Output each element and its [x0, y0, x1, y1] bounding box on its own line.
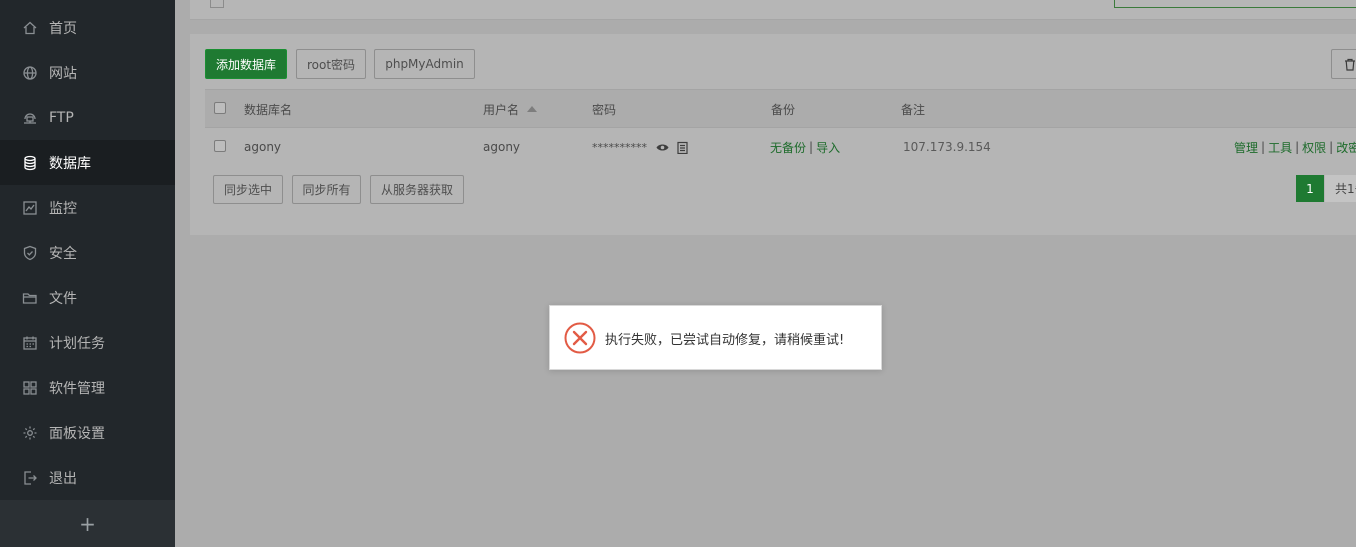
permission-link[interactable]: 权限 — [1302, 139, 1326, 156]
sync-all-button[interactable]: 同步所有 — [292, 175, 361, 204]
database-table: 数据库名 用户名 密码 备份 备注 agony agony ********** — [205, 89, 1356, 166]
database-panel: 添加数据库 root密码 phpMyAdmin 数据库名 用户名 密码 备份 备… — [190, 34, 1356, 235]
phpmyadmin-button[interactable]: phpMyAdmin — [374, 49, 475, 79]
tools-link[interactable]: 工具 — [1268, 139, 1292, 156]
monitor-icon — [22, 200, 38, 216]
database-icon — [22, 155, 38, 171]
sidebar-item-database[interactable]: 数据库 — [0, 140, 175, 185]
separator: | — [809, 140, 814, 154]
copy-icon[interactable] — [677, 141, 688, 154]
folder-icon — [22, 290, 38, 306]
gear-icon — [22, 425, 38, 441]
calendar-icon — [22, 335, 38, 351]
sidebar-item-ftp[interactable]: FTP — [0, 95, 175, 140]
sidebar-item-label: FTP — [49, 109, 74, 126]
separator: | — [1261, 140, 1266, 154]
import-link[interactable]: 导入 — [816, 139, 840, 156]
root-password-button[interactable]: root密码 — [296, 49, 366, 79]
row-db-name: agony — [244, 140, 282, 154]
home-icon — [22, 20, 38, 36]
sidebar: 首页 网站 FTP 数据库 监控 安全 文件 计划任务 软件管理 面板设置 退出… — [0, 0, 175, 547]
sidebar-item-software[interactable]: 软件管理 — [0, 365, 175, 410]
pagination-total: 共1条 — [1325, 175, 1356, 202]
ftp-icon — [22, 110, 38, 126]
password-mask: ********** — [592, 140, 647, 154]
sidebar-item-logout[interactable]: 退出 — [0, 455, 175, 500]
main-content: 添加数据库 root密码 phpMyAdmin 数据库名 用户名 密码 备份 备… — [175, 0, 1356, 547]
sidebar-item-website[interactable]: 网站 — [0, 50, 175, 95]
sidebar-item-label: 面板设置 — [49, 425, 105, 442]
table-row: agony agony ********** 无备份 | 导入 107.173.… — [205, 128, 1356, 166]
toast-message: 执行失败，已尝试自动修复，请稍候重试! — [605, 333, 845, 348]
row-actions: 管理 | 工具 | 权限 | 改密 — [1234, 128, 1356, 166]
fetch-from-server-button[interactable]: 从服务器获取 — [370, 175, 464, 204]
recycle-bin-button[interactable] — [1331, 49, 1356, 79]
add-database-button[interactable]: 添加数据库 — [205, 49, 287, 79]
top-search-input[interactable] — [1114, 0, 1356, 8]
sidebar-item-label: 首页 — [49, 20, 77, 37]
separator: | — [1329, 140, 1334, 154]
header-user-label: 用户名 — [483, 102, 520, 117]
sync-selected-button[interactable]: 同步选中 — [213, 175, 283, 204]
sidebar-item-label: 数据库 — [49, 155, 91, 172]
row-checkbox[interactable] — [214, 140, 226, 152]
error-x-icon — [564, 322, 596, 354]
sidebar-item-label: 监控 — [49, 200, 77, 217]
sidebar-add-button[interactable]: + — [0, 500, 175, 547]
sidebar-item-label: 文件 — [49, 290, 77, 307]
trash-icon — [1345, 58, 1355, 71]
eye-icon[interactable] — [656, 143, 669, 152]
sidebar-item-label: 退出 — [49, 470, 77, 487]
sidebar-item-label: 安全 — [49, 245, 77, 262]
header-db-name: 数据库名 — [244, 102, 293, 117]
sidebar-item-files[interactable]: 文件 — [0, 275, 175, 320]
header-password: 密码 — [592, 102, 617, 117]
row-password: ********** — [592, 128, 688, 166]
sidebar-item-monitor[interactable]: 监控 — [0, 185, 175, 230]
row-user: agony — [483, 140, 521, 154]
sidebar-item-label: 软件管理 — [49, 380, 105, 397]
sort-up-icon — [527, 106, 538, 112]
backup-status-link[interactable]: 无备份 — [770, 139, 806, 156]
partial-icon — [210, 0, 224, 8]
select-all-checkbox[interactable] — [214, 102, 226, 114]
sidebar-item-label: 网站 — [49, 65, 77, 82]
row-backup: 无备份 | 导入 — [770, 128, 840, 166]
sidebar-item-settings[interactable]: 面板设置 — [0, 410, 175, 455]
header-user[interactable]: 用户名 — [483, 90, 538, 128]
header-backup: 备份 — [771, 102, 796, 117]
sidebar-item-security[interactable]: 安全 — [0, 230, 175, 275]
table-header: 数据库名 用户名 密码 备份 备注 — [205, 90, 1356, 128]
pagination-current-page[interactable]: 1 — [1296, 175, 1324, 202]
change-password-link[interactable]: 改密 — [1336, 139, 1356, 156]
logout-icon — [22, 470, 38, 486]
sidebar-item-label: 计划任务 — [49, 335, 105, 352]
separator: | — [1295, 140, 1300, 154]
sidebar-item-cron[interactable]: 计划任务 — [0, 320, 175, 365]
header-note: 备注 — [901, 102, 926, 117]
manage-link[interactable]: 管理 — [1234, 139, 1258, 156]
sidebar-item-home[interactable]: 首页 — [0, 5, 175, 50]
row-note: 107.173.9.154 — [903, 140, 991, 154]
error-toast: 执行失败，已尝试自动修复，请稍候重试! — [549, 305, 882, 370]
shield-icon — [22, 245, 38, 261]
apps-icon — [22, 380, 38, 396]
globe-icon — [22, 65, 38, 81]
